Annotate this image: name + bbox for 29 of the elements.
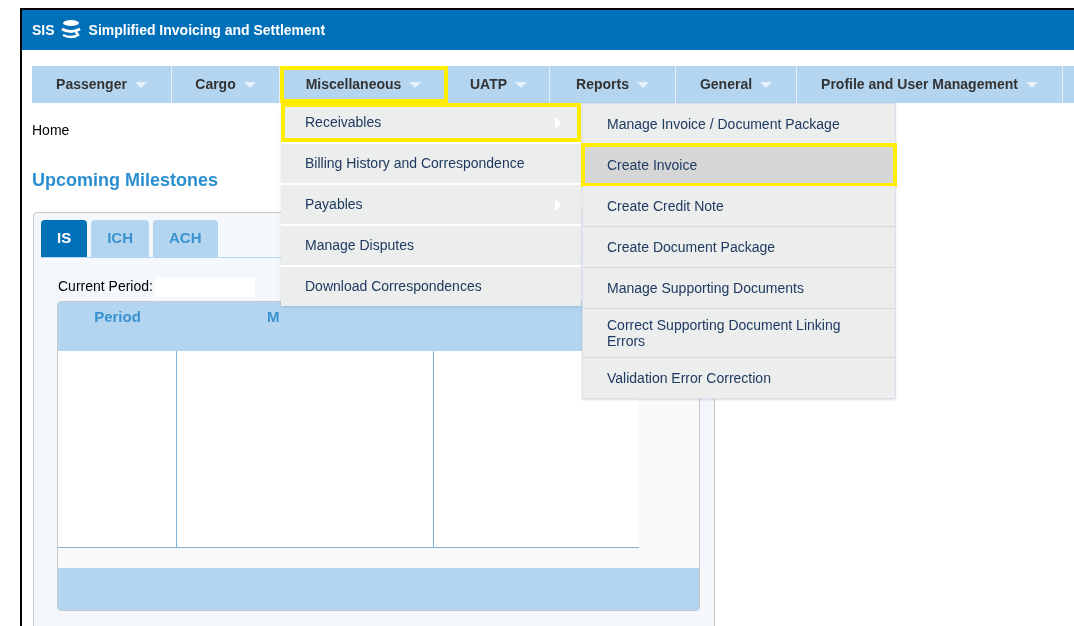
submenu-item[interactable]: Manage Invoice / Document Package [583, 104, 895, 144]
menu-item[interactable]: Download Correspondences [281, 267, 581, 306]
section-title: Upcoming Milestones [32, 169, 220, 192]
menu-item[interactable]: Receivables [281, 103, 581, 142]
column-header: Period [94, 308, 141, 325]
submenu-item[interactable]: Manage Supporting Documents [583, 268, 895, 308]
nav-tab[interactable]: Passenger [32, 66, 172, 103]
submenu-item[interactable]: Create Document Package [583, 227, 895, 267]
submenu-item[interactable]: Create Invoice [583, 145, 895, 185]
tab[interactable]: IS [41, 220, 88, 257]
caret-icon [515, 81, 528, 88]
nav-tab[interactable]: Miscellaneous [280, 66, 448, 103]
nav-tab[interactable]: Cargo [172, 66, 280, 103]
caret-icon [760, 81, 773, 88]
menu-item[interactable]: Billing History and Correspondence [281, 144, 581, 183]
submenu-item[interactable]: Validation Error Correction [583, 358, 895, 398]
caret-icon [1025, 81, 1038, 88]
submenu-item[interactable]: Create Credit Note [583, 186, 895, 226]
field-label: Current Period: [58, 277, 153, 296]
menu-item[interactable]: Payables [281, 185, 581, 224]
caret-icon [636, 81, 649, 88]
caret-icon [409, 81, 422, 88]
menu-item[interactable]: Manage Disputes [281, 226, 581, 265]
caret-icon [134, 81, 147, 88]
caret-icon [243, 81, 256, 88]
column-header: M [267, 308, 280, 325]
logo-text: SIS [32, 20, 55, 40]
submenu-item[interactable]: Correct Supporting Document Linking Errors [583, 309, 895, 357]
app-title: Simplified Invoicing and Settlement [88, 20, 326, 40]
